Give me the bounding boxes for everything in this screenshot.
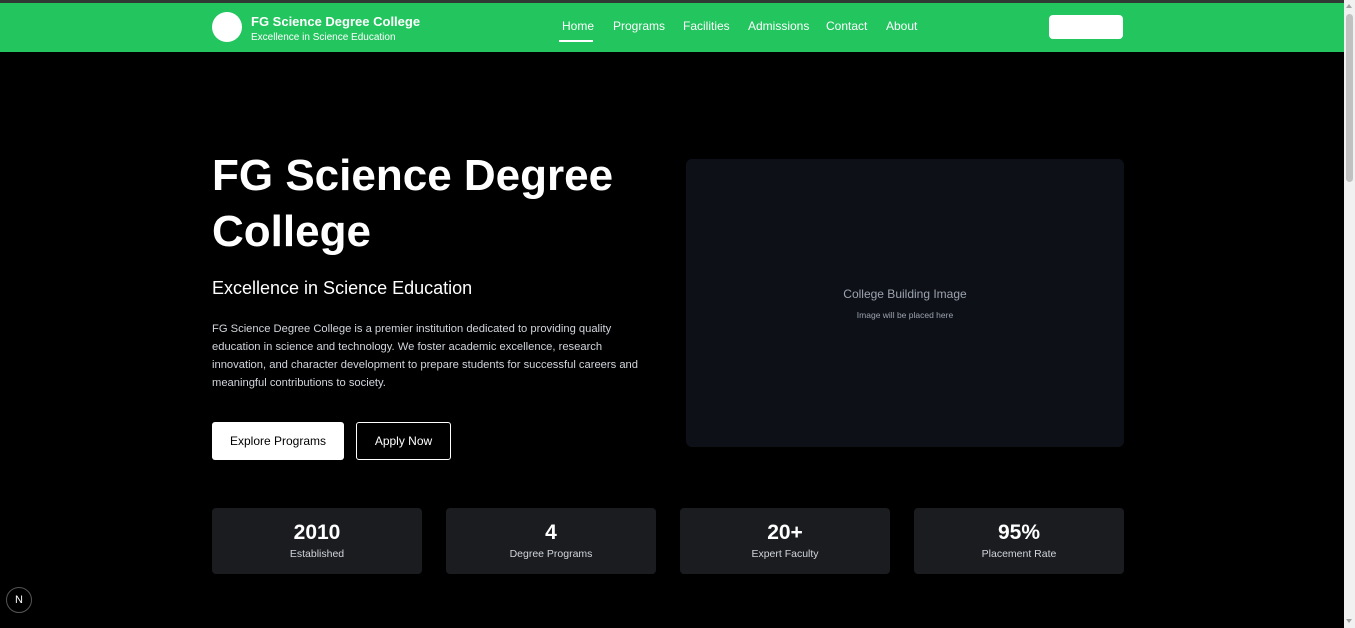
nav-active-indicator bbox=[559, 40, 593, 42]
scroll-up-arrow-icon[interactable] bbox=[1346, 4, 1352, 8]
stat-value: 20+ bbox=[767, 521, 803, 544]
nav-contact[interactable]: Contact bbox=[826, 19, 867, 33]
nav-programs[interactable]: Programs bbox=[613, 19, 665, 33]
hero-title: FG Science Degree College bbox=[212, 151, 614, 256]
stat-card-placement-rate: 95% Placement Rate bbox=[914, 508, 1124, 574]
image-placeholder-title: College Building Image bbox=[843, 287, 967, 301]
dev-tools-badge-icon[interactable]: N bbox=[6, 587, 32, 613]
nav-about[interactable]: About bbox=[886, 19, 917, 33]
site-header: FG Science Degree College Excellence in … bbox=[0, 3, 1344, 52]
stat-label: Established bbox=[289, 548, 345, 560]
scroll-down-arrow-icon[interactable] bbox=[1346, 619, 1352, 623]
stat-value: 4 bbox=[545, 521, 557, 544]
nav-facilities[interactable]: Facilities bbox=[683, 19, 730, 33]
scrollbar-thumb[interactable] bbox=[1346, 14, 1353, 182]
stat-label: Placement Rate bbox=[981, 548, 1057, 560]
image-placeholder-subtitle: Image will be placed here bbox=[856, 310, 954, 320]
brand-title: FG Science Degree College bbox=[251, 14, 421, 29]
stat-card-established: 2010 Established bbox=[212, 508, 422, 574]
stat-label: Degree Programs bbox=[509, 548, 593, 560]
nav-home[interactable]: Home bbox=[562, 19, 594, 33]
stat-card-degree-programs: 4 Degree Programs bbox=[446, 508, 656, 574]
nav-admissions[interactable]: Admissions bbox=[748, 19, 809, 33]
page-scrollbar[interactable] bbox=[1344, 0, 1355, 628]
hero-description: FG Science Degree College is a premier i… bbox=[212, 323, 638, 389]
hero-subtitle: Excellence in Science Education bbox=[212, 278, 473, 298]
college-logo[interactable] bbox=[212, 12, 242, 42]
apply-now-button[interactable]: Apply Now bbox=[356, 422, 451, 460]
college-image-placeholder: College Building Image Image will be pla… bbox=[686, 159, 1124, 447]
stat-card-expert-faculty: 20+ Expert Faculty bbox=[680, 508, 890, 574]
stat-value: 95% bbox=[997, 521, 1041, 544]
stat-value: 2010 bbox=[293, 521, 341, 544]
header-action-button[interactable] bbox=[1049, 15, 1123, 39]
brand-subtitle: Excellence in Science Education bbox=[251, 32, 396, 43]
explore-programs-button[interactable]: Explore Programs bbox=[212, 422, 344, 460]
stat-label: Expert Faculty bbox=[751, 548, 819, 560]
